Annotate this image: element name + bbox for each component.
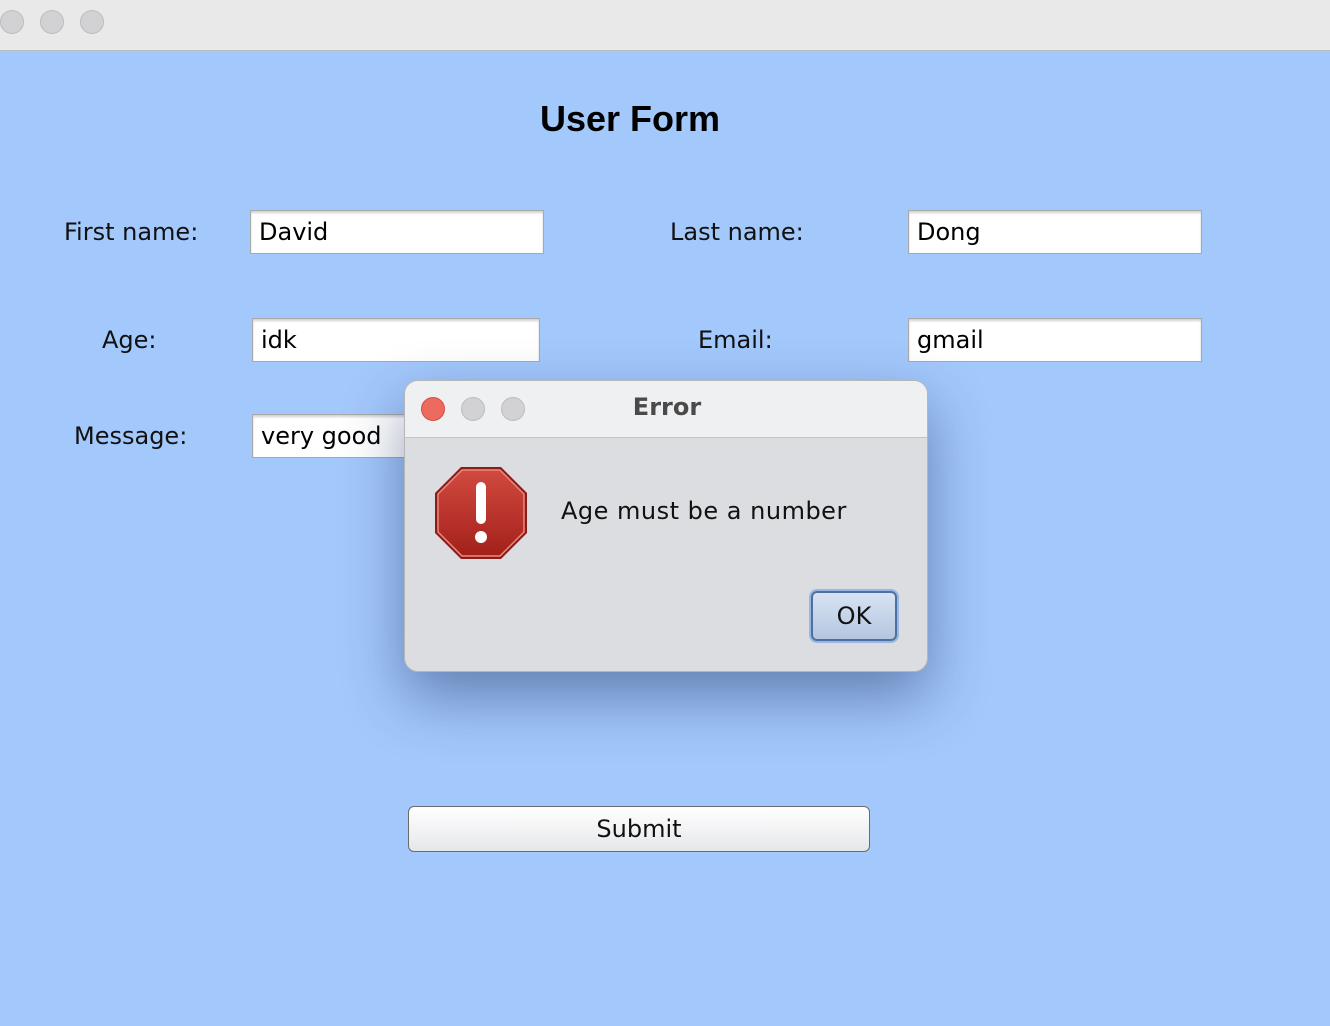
first-name-label: First name: bbox=[64, 218, 199, 246]
minimize-window-button[interactable] bbox=[40, 10, 64, 34]
last-name-label: Last name: bbox=[670, 218, 804, 246]
page-title: User Form bbox=[539, 98, 721, 139]
email-label: Email: bbox=[698, 326, 773, 354]
error-stop-icon bbox=[435, 467, 527, 559]
submit-button[interactable]: Submit bbox=[408, 806, 870, 852]
error-message: Age must be a number bbox=[561, 497, 847, 525]
age-label: Age: bbox=[102, 326, 157, 354]
last-name-field[interactable] bbox=[908, 210, 1202, 254]
error-dialog: Error Age must be a number OK bbox=[404, 380, 928, 672]
dialog-title: Error bbox=[632, 393, 702, 421]
message-label: Message: bbox=[74, 422, 188, 450]
close-window-button[interactable] bbox=[0, 10, 24, 34]
age-field[interactable] bbox=[252, 318, 540, 362]
zoom-window-button[interactable] bbox=[80, 10, 104, 34]
window-titlebar bbox=[0, 0, 1330, 51]
dialog-titlebar: Error bbox=[405, 381, 927, 438]
ok-button[interactable]: OK bbox=[811, 591, 897, 641]
email-field[interactable] bbox=[908, 318, 1202, 362]
first-name-field[interactable] bbox=[250, 210, 544, 254]
